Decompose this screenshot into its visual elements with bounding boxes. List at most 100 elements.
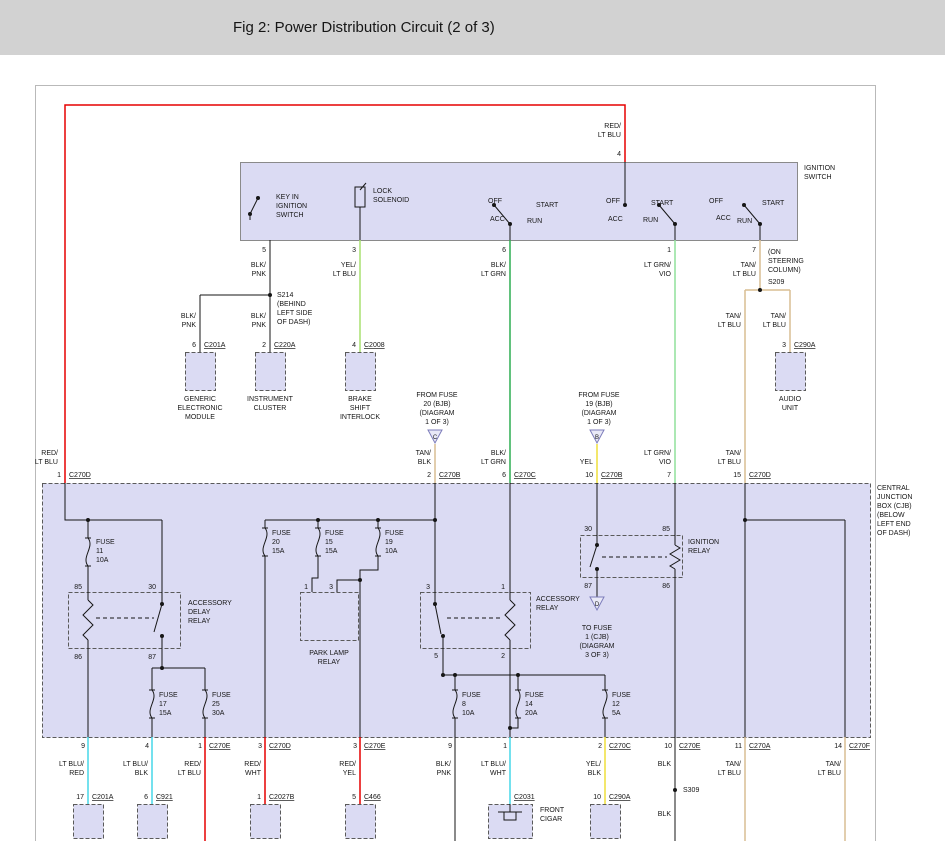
connector-label-c921[interactable]: C921	[156, 794, 173, 801]
label-red: RED	[69, 770, 84, 777]
junction-dot	[623, 203, 627, 207]
label-20a: 20A	[525, 710, 538, 717]
label-to-fuse: TO FUSE	[582, 625, 613, 632]
label-3-of-3: 3 OF 3)	[585, 652, 609, 659]
label-run: RUN	[527, 218, 542, 225]
label-s209: S209	[768, 279, 784, 286]
label-20-bjb: 20 (BJB)	[423, 401, 450, 408]
label-tan: TAN/	[741, 262, 756, 269]
label-shift: SHIFT	[350, 405, 371, 412]
connector-label-c201a[interactable]: C201A	[204, 342, 226, 349]
label-6: 6	[192, 342, 196, 349]
connector-label-c201a[interactable]: C201A	[92, 794, 114, 801]
brake-shift-interlock-box	[346, 353, 376, 391]
junction-dot	[160, 602, 164, 606]
label-tan: TAN/	[726, 761, 741, 768]
connector-label-c270c[interactable]: C270C	[609, 743, 631, 750]
connector-label-c270b[interactable]: C270B	[439, 472, 461, 479]
label-3: 3	[782, 342, 786, 349]
connector-label-c290a[interactable]: C290A	[609, 794, 631, 801]
label-lt-grn: LT GRN	[481, 271, 506, 278]
label-below: (BELOW	[877, 512, 905, 519]
label-junction: JUNCTION	[877, 494, 912, 501]
label-30a: 30A	[212, 710, 225, 717]
label-red: RED/	[244, 761, 261, 768]
generic-electronic-module-box	[186, 353, 216, 391]
label-1: 1	[257, 794, 261, 801]
label-box-cjb: BOX (CJB)	[877, 503, 912, 510]
connector-label-c2008[interactable]: C2008	[364, 342, 385, 349]
connector-label-c466[interactable]: C466	[364, 794, 381, 801]
label-5: 5	[352, 794, 356, 801]
connector-label-c2027b[interactable]: C2027B	[269, 794, 295, 801]
label-4: 4	[352, 342, 356, 349]
label-of-dash: OF DASH)	[277, 319, 310, 326]
label-acc: ACC	[608, 216, 623, 223]
connector-label-c270d[interactable]: C270D	[269, 743, 291, 750]
label-blk: BLK/	[436, 761, 451, 768]
label-lt-blu: LT BLU/	[481, 761, 506, 768]
label-1-of-3: 1 OF 3)	[587, 419, 611, 426]
connector-label-c270a[interactable]: C270A	[749, 743, 771, 750]
label-off: OFF	[606, 198, 620, 205]
label-10: 10	[585, 472, 593, 479]
label-start: START	[536, 202, 559, 209]
connector-label-c270d[interactable]: C270D	[749, 472, 771, 479]
label-left-side: LEFT SIDE	[277, 310, 313, 317]
label-15a: 15A	[272, 548, 285, 555]
label-brake: BRAKE	[348, 396, 372, 403]
connector-label-c270c[interactable]: C270C	[514, 472, 536, 479]
label-yel: YEL/	[586, 761, 601, 768]
label-lt-grn: LT GRN/	[644, 450, 671, 457]
label-red: RED/	[339, 761, 356, 768]
label-2: 2	[427, 472, 431, 479]
label-2: 2	[262, 342, 266, 349]
junction-dot	[316, 518, 320, 522]
connector-label-c270b[interactable]: C270B	[601, 472, 623, 479]
label-column: COLUMN)	[768, 267, 801, 274]
connector-label-c270e[interactable]: C270E	[364, 743, 386, 750]
label-10a: 10A	[96, 557, 109, 564]
label-lt-blu: LT BLU	[718, 322, 741, 329]
label-interlock: INTERLOCK	[340, 414, 380, 421]
connector-label-c2031[interactable]: C2031	[514, 794, 535, 801]
connector-label-c220a[interactable]: C220A	[274, 342, 296, 349]
label-central: CENTRAL	[877, 485, 910, 492]
junction-dot	[453, 673, 457, 677]
junction-dot	[160, 666, 164, 670]
label-30: 30	[584, 526, 592, 533]
junction-dot	[268, 293, 272, 297]
label-electronic: ELECTRONIC	[177, 405, 222, 412]
label-3: 3	[353, 743, 357, 750]
label-from-fuse: FROM FUSE	[578, 392, 620, 399]
connector-label-c290a[interactable]: C290A	[794, 342, 816, 349]
label-left-end: LEFT END	[877, 521, 911, 528]
label-blk: BLK/	[181, 313, 196, 320]
offpage-ref-c-letter: C	[433, 435, 438, 441]
label-lt-blu: LT BLU/	[59, 761, 84, 768]
connector-label-c270d[interactable]: C270D	[69, 472, 91, 479]
label-acc: ACC	[490, 216, 505, 223]
connector-label-c270e[interactable]: C270E	[679, 743, 701, 750]
label-5: 5	[262, 247, 266, 254]
label-s214: S214	[277, 292, 293, 299]
label-30: 30	[148, 584, 156, 591]
connector-c201a-module-box	[74, 805, 104, 839]
label-lt-blu: LT BLU	[733, 271, 756, 278]
label-run: RUN	[737, 218, 752, 225]
label-ignition: IGNITION	[688, 539, 719, 546]
label-accessory: ACCESSORY	[188, 600, 232, 607]
label-yel: YEL/	[341, 262, 356, 269]
junction-dot	[743, 518, 747, 522]
connector-label-c270f[interactable]: C270F	[849, 743, 870, 750]
label-lt-blu: LT BLU	[178, 770, 201, 777]
label-generic: GENERIC	[184, 396, 216, 403]
label-19-bjb: 19 (BJB)	[585, 401, 612, 408]
label-lock: LOCK	[373, 188, 392, 195]
label-ignition: IGNITION	[804, 165, 835, 172]
junction-dot	[441, 673, 445, 677]
connector-label-c270e[interactable]: C270E	[209, 743, 231, 750]
label-front: FRONT	[540, 807, 565, 814]
label-lt-blu: LT BLU	[718, 459, 741, 466]
label-pnk: PNK	[252, 322, 267, 329]
